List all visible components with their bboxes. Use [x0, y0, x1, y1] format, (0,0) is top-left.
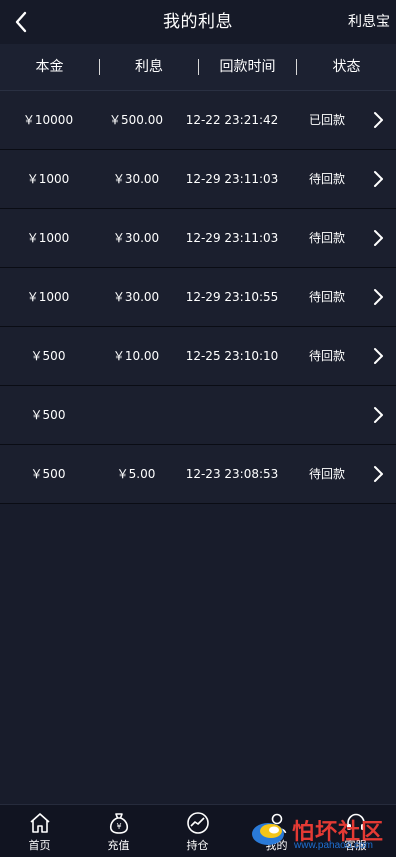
principal-cell: ￥1000 [26, 290, 70, 304]
time-cell [176, 386, 288, 444]
chevron-right-icon [374, 466, 383, 482]
interest-cell: ￥30.00 [112, 172, 160, 186]
table-row[interactable]: ￥1000 ￥30.00 12-29 23:10:55 待回款 [0, 268, 396, 327]
status-cell: 待回款 [308, 172, 345, 186]
tab-label: 充值 [107, 839, 130, 852]
watermark-swirl-icon [252, 823, 284, 845]
interest-cell: ￥10.00 [112, 349, 160, 363]
status-cell: 待回款 [308, 349, 345, 363]
status-cell [284, 386, 370, 444]
tab-home[interactable]: 首页 [0, 805, 79, 857]
principal-cell: ￥10000 [22, 113, 74, 127]
chevron-right-icon [374, 230, 383, 246]
table-row[interactable]: ￥1000 ￥30.00 12-29 23:11:03 待回款 [0, 209, 396, 268]
table-row[interactable]: ￥500 ￥5.00 12-23 23:08:53 待回款 [0, 445, 396, 504]
chevron-right-icon [374, 348, 383, 364]
money-bag-icon: ¥ [109, 813, 128, 834]
interest-cell: ￥500.00 [109, 113, 163, 127]
time-cell: 12-29 23:11:03 [185, 231, 279, 245]
status-cell: 待回款 [308, 467, 345, 481]
interest-cell: ￥5.00 [116, 467, 156, 481]
interest-cell [88, 386, 184, 444]
principal-cell: ￥1000 [26, 172, 70, 186]
time-cell: 12-29 23:11:03 [185, 172, 279, 186]
chart-icon [186, 812, 209, 834]
chevron-right-icon [374, 171, 383, 187]
table-row[interactable]: ￥1000 ￥30.00 12-29 23:11:03 待回款 [0, 150, 396, 209]
interest-treasure-link[interactable]: 利息宝 [348, 0, 390, 44]
tab-label: 持仓 [186, 839, 209, 852]
watermark-logo: 怕坏社区 www.pahaoo.com [248, 806, 394, 856]
table-header: 本金 利息 回款时间 状态 [0, 44, 396, 91]
tab-positions[interactable]: 持仓 [158, 805, 237, 857]
column-header-time: 回款时间 [219, 59, 276, 75]
column-header-status: 状态 [332, 59, 361, 75]
principal-cell: ￥500 [30, 349, 66, 363]
column-header-principal: 本金 [35, 59, 64, 75]
status-cell: 已回款 [308, 113, 345, 127]
svg-text:¥: ¥ [116, 822, 121, 831]
interest-list: ￥10000 ￥500.00 12-22 23:21:42 已回款 ￥1000 … [0, 91, 396, 504]
time-cell: 12-29 23:10:55 [185, 290, 279, 304]
tab-label: 首页 [28, 839, 51, 852]
time-cell: 12-23 23:08:53 [185, 467, 279, 481]
table-row[interactable]: ￥500 ￥10.00 12-25 23:10:10 待回款 [0, 327, 396, 386]
table-row[interactable]: ￥500 [0, 386, 396, 445]
page-title: 我的利息 [163, 12, 233, 32]
time-cell: 12-25 23:10:10 [185, 349, 279, 363]
interest-cell: ￥30.00 [112, 231, 160, 245]
principal-cell: ￥500 [30, 467, 66, 481]
status-cell: 待回款 [308, 231, 345, 245]
principal-cell: ￥1000 [26, 231, 70, 245]
chevron-right-icon [374, 407, 383, 423]
top-bar: 我的利息 利息宝 [0, 0, 396, 44]
status-cell: 待回款 [308, 290, 345, 304]
tab-recharge[interactable]: ¥ 充值 [79, 805, 158, 857]
time-cell: 12-22 23:21:42 [185, 113, 279, 127]
chevron-right-icon [374, 289, 383, 305]
chevron-right-icon [374, 112, 383, 128]
watermark-url: www.pahaoo.com [294, 840, 373, 851]
home-icon [29, 813, 50, 833]
interest-cell: ￥30.00 [112, 290, 160, 304]
principal-cell: ￥500 [30, 408, 66, 422]
table-row[interactable]: ￥10000 ￥500.00 12-22 23:21:42 已回款 [0, 91, 396, 150]
column-header-interest: 利息 [135, 59, 163, 75]
